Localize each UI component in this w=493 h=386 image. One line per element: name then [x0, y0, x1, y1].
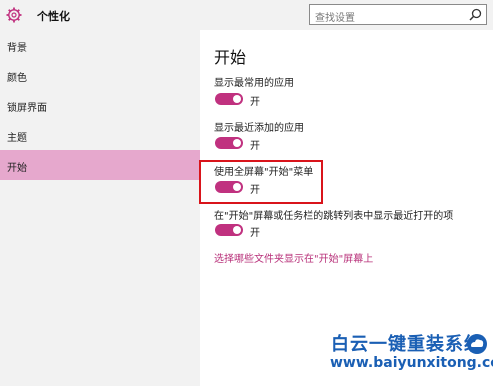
sidebar-item-themes[interactable]: 主题 [0, 120, 200, 150]
choose-folders-link[interactable]: 选择哪些文件夹显示在"开始"屏幕上 [214, 250, 373, 265]
sidebar-item-label: 颜色 [7, 73, 27, 84]
toggle-state: 开 [250, 228, 260, 239]
sidebar-item-lock-screen[interactable]: 锁屏界面 [0, 90, 200, 120]
sidebar-item-label: 锁屏界面 [7, 103, 47, 114]
gear-icon [6, 7, 22, 23]
toggle-most-used[interactable] [215, 93, 243, 105]
app-title: 个性化 [37, 10, 70, 23]
sidebar-item-colors[interactable]: 颜色 [0, 60, 200, 90]
settings-window: 个性化 查找设置 背景 颜色 锁屏界面 主题 开始 开始 显示最常用的应用 开 [0, 0, 493, 386]
toggle-state: 开 [250, 141, 260, 152]
sidebar-item-start[interactable]: 开始 [0, 150, 200, 180]
page-title: 开始 [214, 48, 247, 67]
sidebar-item-label: 背景 [7, 43, 27, 54]
sidebar-item-label: 主题 [7, 133, 27, 144]
sidebar: 背景 颜色 锁屏界面 主题 开始 [0, 30, 200, 386]
highlight-annotation-box [199, 160, 323, 204]
sidebar-item-background[interactable]: 背景 [0, 30, 200, 60]
cloud-logo-icon [467, 334, 487, 354]
search-input[interactable]: 查找设置 [315, 9, 355, 24]
toggle-recently-added[interactable] [215, 137, 243, 149]
search-icon[interactable] [469, 8, 482, 21]
setting-label-recently-added: 显示最近添加的应用 [214, 123, 304, 134]
search-box[interactable]: 查找设置 [309, 4, 487, 25]
toggle-state: 开 [250, 97, 260, 108]
setting-label-most-used: 显示最常用的应用 [214, 78, 294, 89]
watermark-url: www.baiyunxitong.com [330, 355, 493, 371]
sidebar-item-label: 开始 [7, 163, 27, 174]
title-bar: 个性化 查找设置 [0, 0, 493, 30]
toggle-recent-items-jump-list[interactable] [215, 224, 243, 236]
setting-label-recent-items-jump-list: 在"开始"屏幕或任务栏的跳转列表中显示最近打开的项 [214, 211, 454, 222]
watermark-title: 白云一键重装系统 [331, 334, 483, 355]
